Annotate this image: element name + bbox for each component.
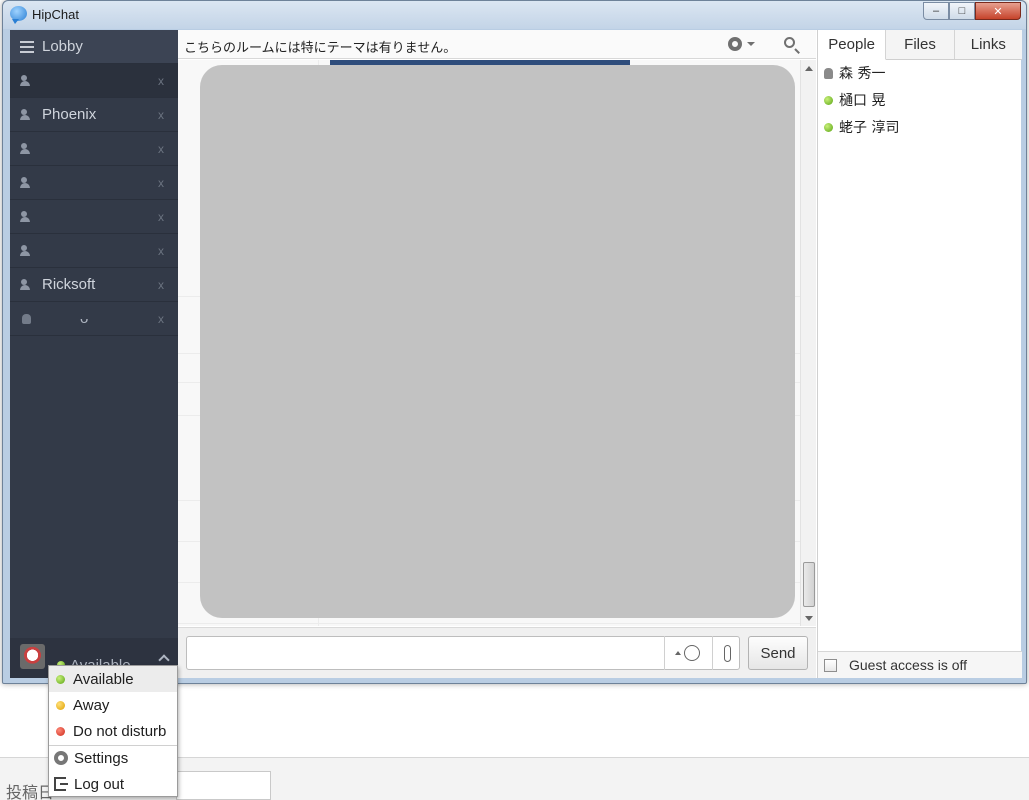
room-topic: こちらのルームには特にテーマは有りません。 xyxy=(184,41,457,56)
chat-pane: こちらのルームには特にテーマは有りません。 Send xyxy=(178,30,816,678)
people-icon xyxy=(20,74,34,87)
people-icon xyxy=(20,244,34,257)
person-name: 森 秀一 xyxy=(839,66,886,82)
away-status-icon xyxy=(56,700,65,710)
minimize-button[interactable]: – xyxy=(923,2,949,20)
guest-access-label: Guest access is off xyxy=(849,657,968,673)
dnd-status-icon xyxy=(56,726,65,736)
background-page-field[interactable] xyxy=(176,771,271,800)
chevron-up-icon xyxy=(675,651,681,655)
search-icon[interactable] xyxy=(784,37,795,48)
person-name: 樋口 晃 xyxy=(839,93,886,109)
people-icon xyxy=(20,176,34,189)
person-list-item[interactable]: 蛯子 淳司 xyxy=(824,116,899,138)
app-client: Lobby x Phoenix x x x x x Ricksoft x ᴗ x… xyxy=(10,30,1022,678)
room-sidebar: Lobby x Phoenix x x x x x Ricksoft x ᴗ x xyxy=(10,30,178,678)
status-menu: Available Away Do not disturb Settings L… xyxy=(48,665,178,797)
close-room-icon[interactable]: x xyxy=(158,312,178,326)
available-status-icon xyxy=(824,95,833,105)
list-icon xyxy=(20,40,34,53)
avatar[interactable] xyxy=(20,644,45,669)
title-bar[interactable]: HipChat – □ ✕ xyxy=(3,1,1026,29)
message-divider xyxy=(178,623,800,624)
paperclip-icon[interactable] xyxy=(712,636,740,670)
people-icon xyxy=(20,210,34,223)
close-room-icon[interactable]: x xyxy=(158,142,178,156)
menu-item-away[interactable]: Away xyxy=(49,692,177,718)
gear-icon[interactable] xyxy=(728,37,742,51)
guest-access-toggle[interactable]: Guest access is off xyxy=(818,651,1022,678)
window-controls: – □ ✕ xyxy=(923,2,1021,20)
available-status-icon xyxy=(824,122,833,132)
sidebar-item-lobby[interactable]: Lobby xyxy=(10,30,178,64)
menu-item-do-not-disturb[interactable]: Do not disturb xyxy=(49,718,177,744)
menu-item-settings[interactable]: Settings xyxy=(49,745,177,771)
sidebar-item-label: Ricksoft xyxy=(42,276,96,293)
sidebar-item-room[interactable]: x xyxy=(10,166,178,200)
sidebar-item-label: Phoenix xyxy=(42,106,97,123)
tab-files[interactable]: Files xyxy=(886,30,955,59)
redacted-image-overlay xyxy=(200,65,795,618)
close-room-icon[interactable]: x xyxy=(158,278,178,292)
sidebar-item-direct-chat[interactable]: ᴗ x xyxy=(10,302,178,336)
sidebar-item-room[interactable]: x xyxy=(10,200,178,234)
message-scrollbar[interactable] xyxy=(800,60,816,626)
maximize-button[interactable]: □ xyxy=(949,2,975,20)
menu-item-label: Away xyxy=(73,696,110,714)
logout-icon xyxy=(54,777,68,791)
sidebar-item-room[interactable]: x xyxy=(10,64,178,98)
sidebar-item-phoenix[interactable]: Phoenix x xyxy=(10,98,178,132)
close-window-button[interactable]: ✕ xyxy=(975,2,1021,20)
close-room-icon[interactable]: x xyxy=(158,244,178,258)
android-icon xyxy=(20,313,34,325)
chevron-up-icon[interactable] xyxy=(158,654,170,666)
smiley-icon xyxy=(684,645,700,661)
menu-item-label: Available xyxy=(73,670,134,688)
send-button[interactable]: Send xyxy=(748,636,808,670)
scroll-down-icon[interactable] xyxy=(805,616,813,621)
close-room-icon[interactable]: x xyxy=(158,210,178,224)
sidebar-item-label: ᴗ xyxy=(80,310,89,327)
background-page-label: 投稿日 xyxy=(6,783,55,800)
android-icon xyxy=(824,67,833,79)
window-title: HipChat xyxy=(32,7,79,22)
message-history[interactable] xyxy=(178,60,800,626)
menu-item-label: Do not disturb xyxy=(73,722,167,740)
person-list-item[interactable]: 樋口 晃 xyxy=(824,89,885,111)
tab-links[interactable]: Links xyxy=(955,30,1022,59)
sidebar-item-room[interactable]: x xyxy=(10,132,178,166)
sidebar-item-room[interactable]: x xyxy=(10,234,178,268)
available-status-icon xyxy=(56,674,65,684)
scrollbar-thumb[interactable] xyxy=(803,562,815,607)
scroll-up-icon[interactable] xyxy=(805,66,813,71)
person-list-item[interactable]: 森 秀一 xyxy=(824,62,885,84)
panel-tabs: People Files Links xyxy=(818,30,1022,60)
sidebar-item-ricksoft[interactable]: Ricksoft x xyxy=(10,268,178,302)
room-info-panel: People Files Links 森 秀一 樋口 晃 蛯子 淳司 Guest… xyxy=(817,30,1022,678)
room-topic-bar: こちらのルームには特にテーマは有りません。 xyxy=(178,30,816,59)
people-icon xyxy=(20,142,34,155)
hipchat-window: HipChat – □ ✕ Lobby x Phoenix x x x x x … xyxy=(2,0,1027,684)
gear-icon xyxy=(54,751,68,765)
close-room-icon[interactable]: x xyxy=(158,108,178,122)
message-composer: Send xyxy=(178,627,816,678)
sidebar-item-label: Lobby xyxy=(42,38,83,55)
close-room-icon[interactable]: x xyxy=(158,176,178,190)
tab-people[interactable]: People xyxy=(818,30,887,60)
message-input[interactable] xyxy=(186,636,740,670)
hipchat-logo-icon xyxy=(10,6,27,24)
people-icon xyxy=(20,278,34,291)
guest-access-checkbox[interactable] xyxy=(824,658,837,672)
person-name: 蛯子 淳司 xyxy=(839,120,900,136)
menu-item-label: Log out xyxy=(74,775,125,793)
chevron-down-icon[interactable] xyxy=(747,42,755,46)
menu-item-label: Settings xyxy=(74,749,129,767)
close-room-icon[interactable]: x xyxy=(158,74,178,88)
menu-item-log-out[interactable]: Log out xyxy=(49,771,177,797)
emoticon-button[interactable] xyxy=(664,636,712,670)
menu-item-available[interactable]: Available xyxy=(49,666,177,692)
people-icon xyxy=(20,108,34,121)
